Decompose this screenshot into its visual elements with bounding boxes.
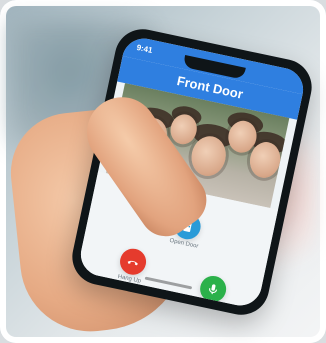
photo-frame: 9:41 Front Door Open Door Hang Up Mute <box>0 0 326 343</box>
status-time: 9:41 <box>135 42 154 56</box>
phone-hangup-icon <box>127 260 138 266</box>
hang-up-button[interactable] <box>117 246 149 278</box>
microphone-icon <box>209 284 218 295</box>
mute-button[interactable] <box>197 273 229 305</box>
